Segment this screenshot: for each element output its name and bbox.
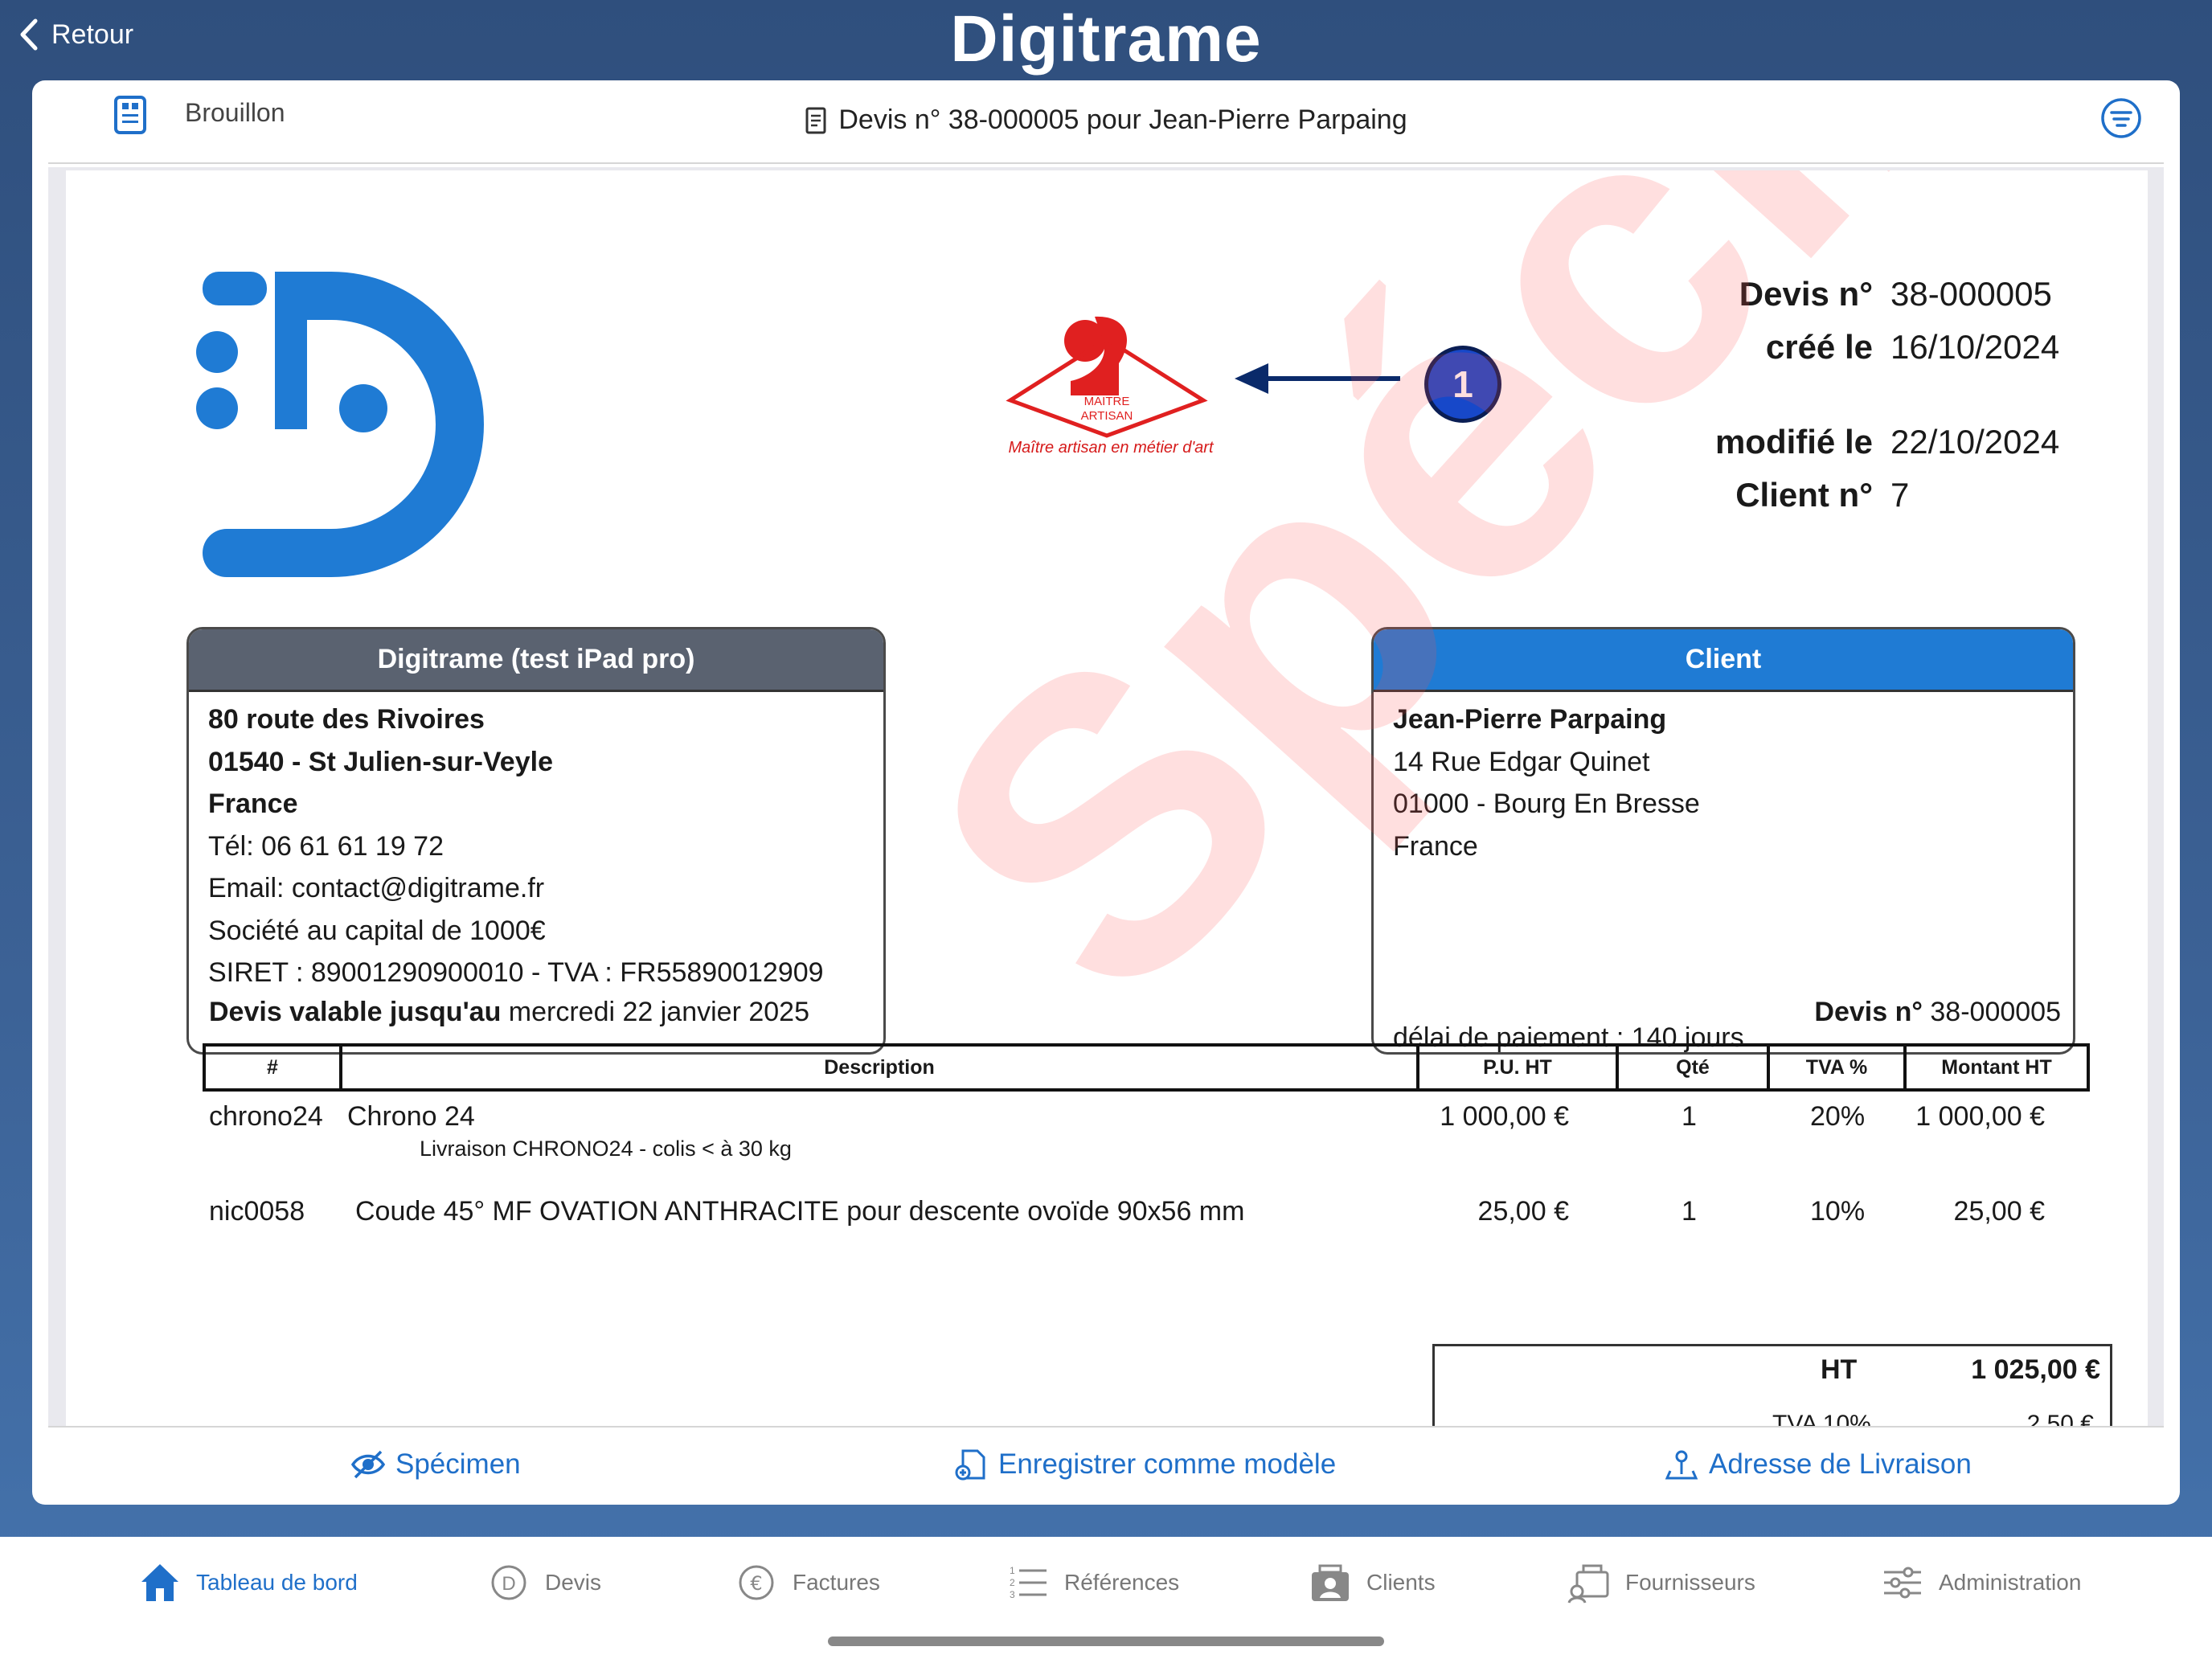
line-vat-rate: 20% (1810, 1101, 1866, 1132)
document-icon (805, 107, 826, 133)
meta-modified: modifié le 22/10/2024 (1714, 423, 2060, 461)
total-vat-label: TVA 10% (1772, 1411, 1871, 1426)
bottom-tab-bar: Tableau de bord D Devis € Factures 123 R… (0, 1537, 2212, 1659)
line-description: Coude 45° MF OVATION ANTHRACITE pour des… (355, 1196, 1245, 1227)
column-header: Montant HT (1903, 1043, 2090, 1092)
save-as-template-label: Enregistrer comme modèle (998, 1448, 1337, 1480)
quote-actions: Spécimen Enregistrer comme modèle Adress… (48, 1426, 2164, 1505)
line-unit-price: 25,00 € (1477, 1196, 1569, 1227)
app-brand-logo: Digitrame (950, 2, 1262, 76)
list-icon: 123 (1010, 1565, 1047, 1600)
home-icon (141, 1564, 178, 1601)
company-box-title: Digitrame (test iPad pro) (189, 629, 883, 692)
quote-reference: Devis n° 38-000005 (1814, 997, 2061, 1027)
company-phone: Tél: 06 61 61 19 72 (208, 830, 444, 862)
arrow-left-icon (1235, 363, 1400, 394)
total-ht-value: 1 025,00 € (1971, 1354, 2100, 1385)
line-items-table: # Description P.U. HT Qté TVA % Montant … (203, 1043, 2090, 1092)
badge-line-1: MAITRE (1084, 395, 1130, 408)
badge-caption: Maître artisan en métier d'art (1008, 439, 1214, 457)
tab-factures[interactable]: € Factures (735, 1561, 880, 1604)
location-pin-icon (1665, 1450, 1698, 1480)
column-header: Qté (1616, 1043, 1770, 1092)
company-address-box: Digitrame (test iPad pro) 80 route des R… (186, 627, 886, 1055)
specimen-toggle-button[interactable]: Spécimen (350, 1448, 521, 1481)
column-header: # (203, 1043, 342, 1092)
company-siret: SIRET : 89001290900010 - TVA : FR5589001… (208, 957, 824, 988)
meta-quote-number: Devis n° 38-000005 (1739, 275, 2052, 313)
line-sub-description: Livraison CHRONO24 - colis < à 30 kg (420, 1137, 792, 1161)
company-capital: Société au capital de 1000€ (208, 915, 546, 946)
line-quantity: 1 (1682, 1101, 1697, 1132)
line-ref: chrono24 (209, 1101, 323, 1132)
column-header: TVA % (1767, 1043, 1907, 1092)
svg-text:1: 1 (1010, 1565, 1015, 1576)
meta-client-number: Client n° 7 (1735, 476, 1910, 514)
line-amount: 1 000,00 € (1915, 1101, 2045, 1132)
column-header: P.U. HT (1416, 1043, 1619, 1092)
suppliers-icon (1567, 1564, 1609, 1604)
svg-text:€: € (750, 1572, 762, 1595)
home-indicator[interactable] (828, 1636, 1384, 1646)
company-line-2: 01540 - St Julien-sur-Veyle (208, 746, 553, 777)
company-logo-icon (196, 272, 484, 577)
tab-administration[interactable]: Administration (1881, 1561, 2081, 1604)
client-city: 01000 - Bourg En Bresse (1393, 789, 1700, 819)
line-quantity: 1 (1682, 1196, 1697, 1227)
validity-label: Devis valable jusqu'au (209, 997, 502, 1027)
eye-slash-icon (350, 1450, 386, 1479)
totals-box: HT 1 025,00 € TVA 10% 2,50 € (1432, 1344, 2112, 1426)
line-vat-rate: 10% (1810, 1196, 1866, 1227)
client-box-title: Client (1374, 629, 2073, 692)
client-country: France (1393, 830, 1478, 862)
company-email: Email: contact@digitrame.fr (208, 873, 545, 903)
validity: Devis valable jusqu'au mercredi 22 janvi… (209, 997, 809, 1028)
pdf-viewer[interactable]: MAITRE ARTISAN Maître artisan en métier … (48, 167, 2164, 1426)
line-description: Chrono 24 (347, 1101, 475, 1132)
total-ht-label: HT (1821, 1354, 1858, 1385)
devis-icon: D (491, 1565, 526, 1600)
svg-text:3: 3 (1010, 1589, 1015, 1600)
euro-icon: € (739, 1565, 774, 1600)
document-add-icon (955, 1449, 985, 1481)
client-street: 14 Rue Edgar Quinet (1393, 746, 1650, 777)
page-title: Devis n° 38-000005 pour Jean-Pierre Parp… (48, 104, 2164, 136)
tab-references[interactable]: 123 Références (1006, 1561, 1179, 1604)
filter-menu-icon[interactable] (2099, 96, 2143, 140)
annotation-step-badge: 1 (1424, 346, 1501, 423)
quote-document-page: MAITRE ARTISAN Maître artisan en métier … (66, 170, 2148, 1426)
tab-tableau-de-bord[interactable]: Tableau de bord (138, 1561, 358, 1604)
client-name: Jean-Pierre Parpaing (1393, 704, 1667, 735)
svg-text:2: 2 (1010, 1577, 1015, 1588)
page-title-text: Devis n° 38-000005 pour Jean-Pierre Parp… (838, 104, 1407, 135)
specimen-label: Spécimen (395, 1448, 521, 1480)
tab-clients[interactable]: Clients (1309, 1561, 1436, 1604)
quote-header: Brouillon Devis n° 38-000005 pour Jean-P… (48, 80, 2164, 164)
clients-icon (1312, 1564, 1349, 1601)
delivery-address-label: Adresse de Livraison (1709, 1448, 1972, 1480)
company-line-1: 80 route des Rivoires (208, 704, 485, 735)
total-vat-value: 2,50 € (2026, 1411, 2094, 1426)
line-unit-price: 1 000,00 € (1440, 1101, 1569, 1132)
delivery-address-button[interactable]: Adresse de Livraison (1664, 1448, 1972, 1481)
column-header: Description (339, 1043, 1419, 1092)
svg-text:D: D (502, 1573, 515, 1595)
tab-devis[interactable]: D Devis (487, 1561, 601, 1604)
line-ref: nic0058 (209, 1196, 305, 1227)
validity-date: mercredi 22 janvier 2025 (508, 997, 809, 1027)
top-navigation-bar: Retour Digitrame (0, 0, 2212, 80)
sliders-icon (1884, 1567, 1921, 1599)
quote-card: Brouillon Devis n° 38-000005 pour Jean-P… (32, 80, 2180, 1505)
meta-created: créé le 16/10/2024 (1765, 328, 2060, 366)
save-as-template-button[interactable]: Enregistrer comme modèle (953, 1448, 1336, 1481)
table-header-row: # Description P.U. HT Qté TVA % Montant … (203, 1043, 2090, 1092)
line-amount: 25,00 € (1953, 1196, 2045, 1227)
client-address-box: Client Jean-Pierre Parpaing 14 Rue Edgar… (1371, 627, 2075, 1055)
tab-fournisseurs[interactable]: Fournisseurs (1567, 1561, 1755, 1604)
badge-line-2: ARTISAN (1081, 409, 1133, 423)
company-line-3: France (208, 789, 298, 819)
